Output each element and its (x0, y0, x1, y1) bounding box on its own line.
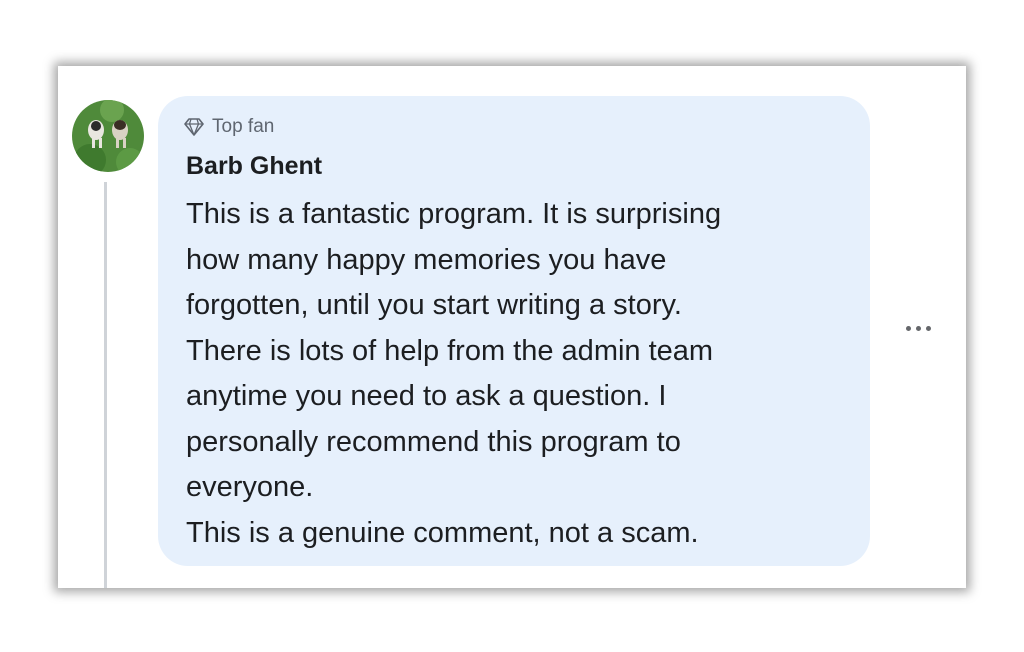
more-dot (915, 325, 921, 331)
profile-photo-icon (72, 100, 144, 172)
diamond-icon (184, 118, 204, 136)
more-dot (905, 325, 911, 331)
comment-line: This is a fantastic program. It is surpr… (186, 198, 722, 230)
top-fan-badge: Top fan (184, 116, 274, 138)
comment-line: This is a genuine comment, not a scam. (186, 516, 699, 549)
thread-line (104, 182, 107, 588)
comment-line: personally recommend this program to (186, 425, 681, 458)
more-options-icon[interactable] (898, 316, 938, 340)
author-name[interactable]: Barb Ghent (186, 152, 322, 181)
comment-text: This is a fantastic program. It is surpr… (186, 192, 856, 556)
comment-line: everyone. (186, 471, 314, 503)
comment-line: how many happy memories you have (186, 243, 667, 276)
comment-bubble: Top fan Barb Ghent This is a fantastic p… (158, 96, 870, 566)
comment-line: anytime you need to ask a question. I (186, 380, 667, 412)
comment-line: forgotten, until you start writing a sto… (186, 289, 682, 321)
more-dot (925, 325, 931, 331)
comment-line: There is lots of help from the admin tea… (186, 334, 714, 367)
badge-label: Top fan (212, 116, 275, 137)
avatar[interactable] (72, 100, 144, 172)
comment-card: Top fan Barb Ghent This is a fantastic p… (58, 66, 966, 588)
